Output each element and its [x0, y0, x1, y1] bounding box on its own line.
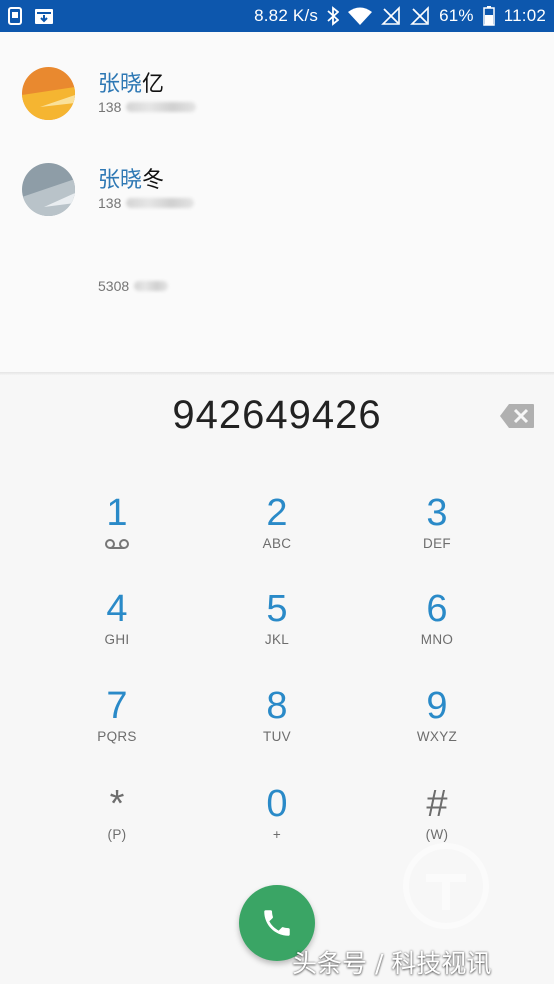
contact-name: 张晓亿	[98, 72, 165, 97]
dial-key-9[interactable]: 9 WXYZ	[377, 685, 497, 767]
dial-key-7[interactable]: 7 PQRS	[57, 685, 177, 767]
bluetooth-icon	[327, 6, 340, 26]
dial-key-6[interactable]: 6 MNO	[377, 588, 497, 670]
avatar	[22, 163, 75, 216]
download-icon	[34, 7, 54, 25]
dial-key-1[interactable]: 1	[57, 492, 177, 574]
no-signal-icon	[381, 6, 401, 26]
dialer-screen: 8.82 K/s 61% 11:02 张晓亿 138 张晓冬 138 5308 …	[0, 0, 554, 984]
battery-icon	[482, 6, 495, 26]
backspace-icon	[500, 404, 534, 428]
dial-key-5[interactable]: 5 JKL	[217, 588, 337, 670]
watermark-logo-icon	[403, 843, 489, 929]
battery-percent: 61%	[439, 6, 474, 25]
contact-number: 138	[98, 99, 197, 115]
dial-key-0[interactable]: 0 +	[217, 783, 337, 865]
contact-suggestions: 张晓亿 138 张晓冬 138 5308	[0, 32, 554, 372]
clock: 11:02	[503, 6, 546, 25]
dial-key-8[interactable]: 8 TUV	[217, 685, 337, 767]
wifi-icon	[348, 7, 373, 25]
dial-key-4[interactable]: 4 GHI	[57, 588, 177, 670]
voicemail-icon	[105, 539, 129, 549]
network-speed: 8.82 K/s	[254, 6, 319, 25]
avatar	[22, 67, 75, 120]
status-bar: 8.82 K/s 61% 11:02	[0, 0, 554, 32]
contact-item[interactable]: 张晓亿 138	[0, 44, 554, 140]
dialed-number[interactable]: 942649426	[0, 393, 554, 438]
watermark-text: 头条号 / 科技视讯	[292, 949, 492, 978]
dial-key-3[interactable]: 3 DEF	[377, 492, 497, 574]
contact-number: 5308	[98, 278, 169, 294]
contact-item[interactable]: 5308	[0, 252, 554, 348]
phone-icon	[264, 910, 290, 936]
contact-name: 张晓冬	[98, 168, 165, 193]
dial-key-star[interactable]: * (P)	[57, 783, 177, 865]
no-signal-icon	[410, 6, 430, 26]
dial-key-2[interactable]: 2 ABC	[217, 492, 337, 574]
sim-icon	[8, 7, 22, 25]
contact-item[interactable]: 张晓冬 138	[0, 140, 554, 236]
backspace-button[interactable]	[499, 403, 535, 429]
dialpad: 942649426 1 2 ABC 3 DEF 4 GHI 5 JKL 6 MN…	[0, 375, 554, 984]
contact-number: 138	[98, 195, 195, 211]
